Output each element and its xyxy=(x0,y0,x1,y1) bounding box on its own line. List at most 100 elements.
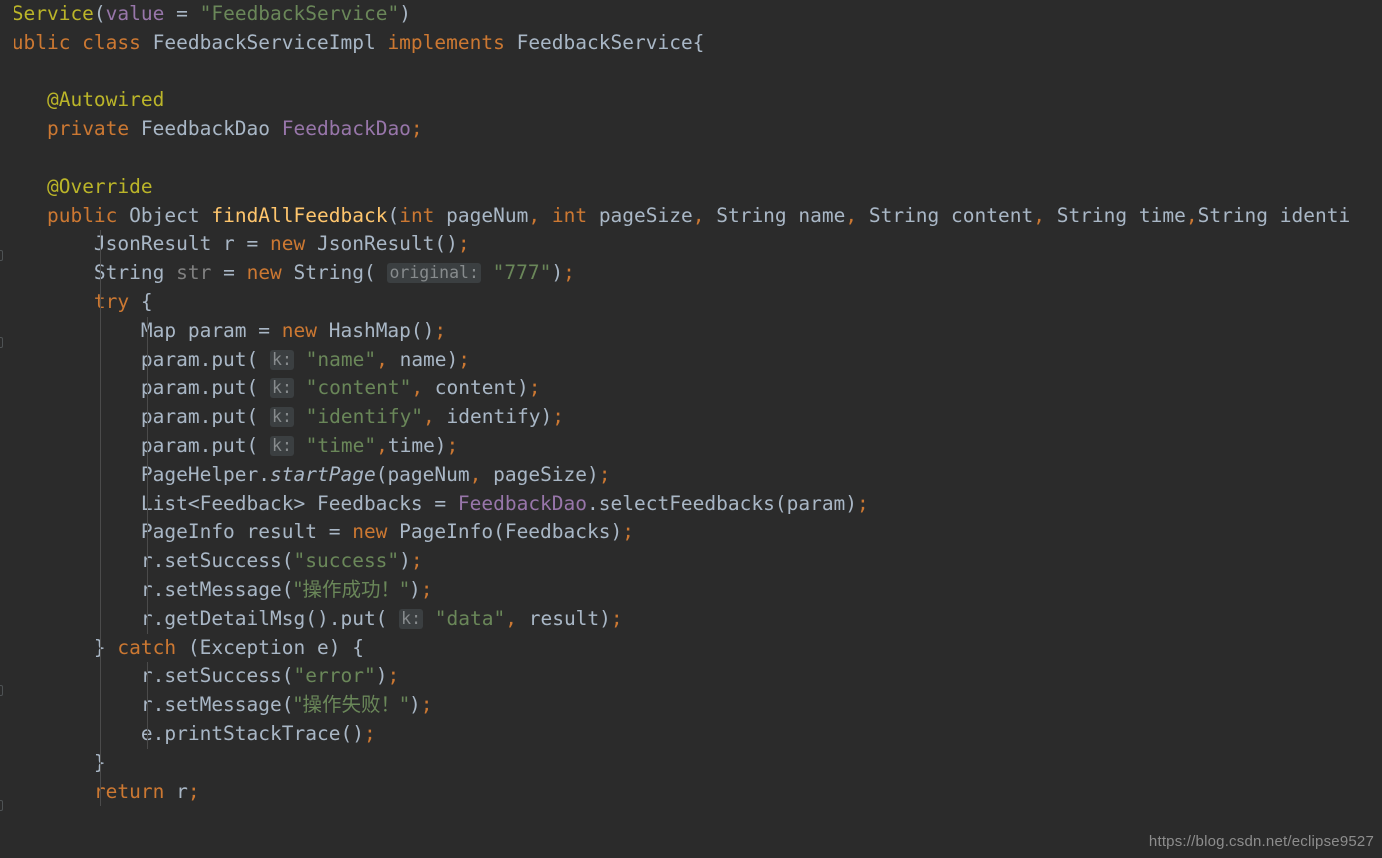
indent-guide xyxy=(100,316,101,346)
code-token-semi: ; xyxy=(563,261,575,285)
code-token-default: String( xyxy=(293,261,388,285)
indent-guide xyxy=(147,403,148,432)
code-token-default: = xyxy=(211,261,247,285)
code-token-comma: , xyxy=(1033,203,1057,227)
code-token-semi: ; xyxy=(528,376,541,400)
code-token-default: ) xyxy=(399,549,411,573)
code-token-semi: ; xyxy=(857,491,869,515)
code-token-semi: ; xyxy=(187,779,200,803)
code-line[interactable]: param.put( k: "name", name); xyxy=(0,345,1382,375)
code-line[interactable]: public Object findAllFeedback(int pageNu… xyxy=(0,202,1382,231)
code-line[interactable]: r.setMessage("操作成功！"); xyxy=(0,575,1382,605)
code-line[interactable]: return r; xyxy=(0,777,1382,807)
code-line[interactable]: e.printStackTrace(); xyxy=(0,719,1382,749)
code-token-default: ) xyxy=(408,577,421,601)
code-line[interactable]: @Service(value = "FeedbackService") xyxy=(0,0,1382,29)
code-token-default: } xyxy=(0,750,106,774)
code-line[interactable]: @Override xyxy=(0,173,1382,202)
code-token-semi: ; xyxy=(552,405,564,429)
code-line[interactable]: r.setSuccess("error"); xyxy=(0,662,1382,692)
code-token-default: content) xyxy=(434,376,529,400)
code-token-default: .selectFeedbacks(param) xyxy=(587,491,858,515)
code-line[interactable]: @Autowired xyxy=(0,86,1382,115)
parameter-hint: k: xyxy=(270,349,294,370)
parameter-hint: original: xyxy=(387,263,481,284)
code-token-string: "操作失败！" xyxy=(293,693,409,717)
code-content[interactable]: @Service(value = "FeedbackService") publi… xyxy=(0,0,1382,807)
code-token-string: "time" xyxy=(293,433,377,457)
indent-guide xyxy=(147,518,148,548)
code-line[interactable]: private FeedbackDao FeedbackDao; xyxy=(0,115,1382,144)
code-token-comma: , xyxy=(376,347,400,371)
code-token-semi: ; xyxy=(420,577,433,601)
code-token-anno: @Autowired xyxy=(46,88,165,112)
code-line[interactable]: JsonResult r = new JsonResult(); xyxy=(0,230,1382,260)
code-token-field: FeedbackDao xyxy=(457,491,588,515)
code-token-keyword: new xyxy=(281,318,329,342)
indent-guide xyxy=(100,547,101,576)
indent-guide xyxy=(147,719,148,749)
code-token-semi: ; xyxy=(598,462,611,486)
code-token-default: r.getDetailMsg().put( xyxy=(0,606,400,630)
code-line[interactable]: String str = new String( original: "777"… xyxy=(0,259,1382,288)
code-line[interactable]: param.put( k: "identify", identify); xyxy=(0,403,1382,432)
indent-guide xyxy=(147,460,148,490)
indent-guide xyxy=(100,374,101,404)
parameter-hint: k: xyxy=(399,608,424,629)
code-token-comma: , xyxy=(845,203,869,227)
code-token-method: findAllFeedback xyxy=(211,203,388,227)
code-token-default: PageInfo result = xyxy=(0,520,353,544)
code-token-string: "content" xyxy=(293,376,412,400)
code-line[interactable]: param.put( k: "time",time); xyxy=(0,431,1382,461)
indent-guide xyxy=(147,345,148,375)
code-line[interactable]: PageHelper.startPage(pageNum, pageSize); xyxy=(0,460,1382,490)
code-line[interactable]: r.setMessage("操作失败！"); xyxy=(0,691,1382,720)
indent-guide xyxy=(100,259,101,288)
code-token-default: ( xyxy=(387,203,400,227)
code-line[interactable]: try { xyxy=(0,287,1382,317)
indent-guide xyxy=(100,345,101,375)
indent-guide xyxy=(100,604,101,634)
indent-guide xyxy=(147,489,148,519)
code-token-semi: ; xyxy=(434,318,447,342)
code-token-semi: ; xyxy=(622,520,634,544)
indent-guide xyxy=(100,748,101,778)
code-token-keyword: implements xyxy=(387,30,517,54)
code-line[interactable] xyxy=(0,58,1382,87)
indent-guide xyxy=(100,662,101,692)
code-line[interactable]: Map param = new HashMap(); xyxy=(0,316,1382,346)
code-token-default xyxy=(0,204,47,227)
code-token-comma: , xyxy=(528,203,552,227)
code-editor[interactable]: @Service(value = "FeedbackService") publi… xyxy=(0,0,1382,858)
code-line[interactable]: List<Feedback> Feedbacks = FeedbackDao.s… xyxy=(0,489,1382,519)
code-token-default xyxy=(0,88,47,111)
code-token-keyword: new xyxy=(246,261,294,285)
code-line[interactable]: param.put( k: "content", content); xyxy=(0,374,1382,404)
code-token-semi: ; xyxy=(410,117,423,141)
indent-guide xyxy=(147,691,148,720)
parameter-hint: k: xyxy=(270,435,294,456)
code-token-semi: ; xyxy=(420,693,433,717)
code-token-default xyxy=(0,780,94,803)
indent-guide xyxy=(147,431,148,461)
code-token-dim: str xyxy=(176,261,212,285)
code-line[interactable]: public class FeedbackServiceImpl impleme… xyxy=(0,29,1382,58)
watermark-url: https://blog.csdn.net/eclipse9527 xyxy=(1148,833,1374,850)
code-line[interactable]: } xyxy=(0,748,1382,778)
code-line[interactable]: PageInfo result = new PageInfo(Feedbacks… xyxy=(0,518,1382,548)
code-line[interactable]: } catch (Exception e) { xyxy=(0,633,1382,663)
code-line[interactable] xyxy=(0,144,1382,173)
indent-guide xyxy=(147,662,148,692)
code-token-string: "success" xyxy=(293,549,400,573)
code-token-keyword: return xyxy=(93,779,177,803)
code-token-default: time) xyxy=(387,433,447,457)
indent-guide xyxy=(147,604,148,634)
indent-guide xyxy=(100,777,101,807)
code-line[interactable]: r.setSuccess("success"); xyxy=(0,547,1382,576)
code-token-default: FeedbackServiceImpl xyxy=(152,30,388,54)
code-token-default: JsonResult r = xyxy=(0,232,271,256)
code-token-keyword: int xyxy=(399,203,447,227)
code-line[interactable]: r.getDetailMsg().put( k: "data", result)… xyxy=(0,604,1382,634)
indent-guide xyxy=(100,230,101,260)
code-token-keyword: public class xyxy=(0,30,153,54)
